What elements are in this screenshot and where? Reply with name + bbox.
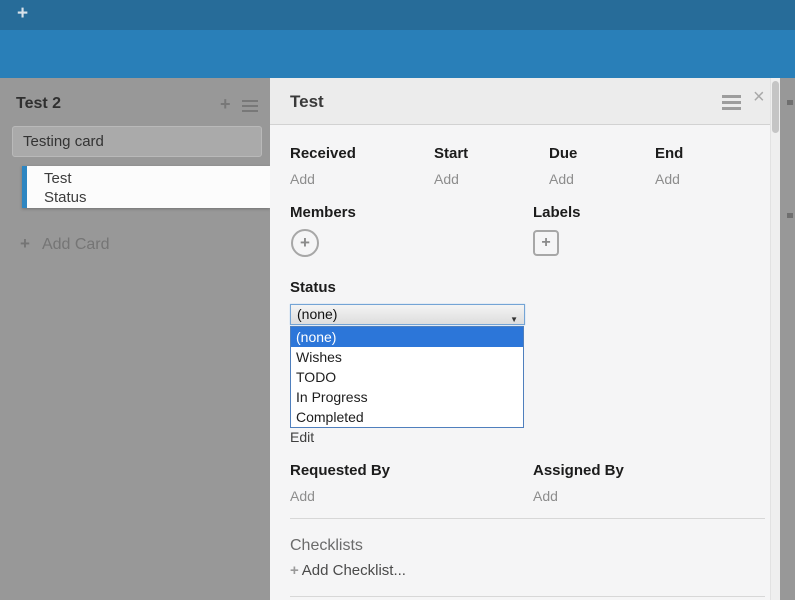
received-heading: Received bbox=[290, 145, 356, 162]
status-dropdown-list: (none) Wishes TODO In Progress Completed bbox=[290, 326, 524, 428]
status-option-wishes[interactable]: Wishes bbox=[291, 347, 523, 367]
start-heading: Start bbox=[434, 145, 468, 162]
hamburger-bar bbox=[722, 101, 741, 104]
status-select-value: (none) bbox=[297, 306, 337, 322]
card-detail-title: Test bbox=[290, 92, 324, 112]
start-add-link[interactable]: Add bbox=[434, 171, 459, 187]
assigned-by-heading: Assigned By bbox=[533, 462, 624, 479]
end-add-link[interactable]: Add bbox=[655, 171, 680, 187]
board-header-bar bbox=[0, 30, 795, 78]
board-edge-mark bbox=[787, 100, 793, 105]
hamburger-bar bbox=[722, 95, 741, 98]
list-add-icon[interactable]: + bbox=[220, 94, 231, 115]
card-subtitle-line: Status bbox=[44, 188, 270, 207]
panel-scrollbar-thumb[interactable] bbox=[772, 81, 779, 133]
status-option-none[interactable]: (none) bbox=[291, 327, 523, 347]
list-title: Test 2 bbox=[16, 95, 61, 113]
received-add-link[interactable]: Add bbox=[290, 171, 315, 187]
board-edge-mark bbox=[787, 213, 793, 218]
panel-scrollbar-track bbox=[770, 78, 780, 600]
labels-heading: Labels bbox=[533, 204, 581, 221]
status-edit-link[interactable]: Edit bbox=[290, 429, 314, 445]
hamburger-bar bbox=[242, 105, 258, 107]
status-option-todo[interactable]: TODO bbox=[291, 367, 523, 387]
assigned-by-add-link[interactable]: Add bbox=[533, 488, 558, 504]
add-board-icon[interactable]: + bbox=[17, 3, 28, 25]
add-checklist-button[interactable]: +Add Checklist... bbox=[290, 562, 406, 579]
end-heading: End bbox=[655, 145, 683, 162]
members-heading: Members bbox=[290, 204, 356, 221]
due-heading: Due bbox=[549, 145, 577, 162]
section-divider bbox=[290, 596, 765, 597]
checklists-heading: Checklists bbox=[290, 537, 363, 555]
status-option-in-progress[interactable]: In Progress bbox=[291, 387, 523, 407]
due-add-link[interactable]: Add bbox=[549, 171, 574, 187]
top-navigation-bar: + bbox=[0, 0, 795, 30]
card-testing-card[interactable]: Testing card bbox=[12, 126, 262, 157]
add-card-label: Add Card bbox=[42, 236, 110, 253]
section-divider bbox=[290, 518, 765, 519]
card-detail-panel: Test × Received Add Start Add Due Add En… bbox=[270, 78, 780, 600]
list-menu-icon[interactable] bbox=[242, 100, 258, 115]
card-detail-header: Test × bbox=[270, 78, 780, 125]
add-checklist-label: Add Checklist... bbox=[302, 562, 406, 579]
add-member-button[interactable]: + bbox=[291, 229, 319, 257]
hamburger-bar bbox=[722, 107, 741, 110]
status-heading: Status bbox=[290, 279, 336, 296]
card-test-selected[interactable]: Test Status bbox=[22, 166, 270, 208]
status-option-completed[interactable]: Completed bbox=[291, 407, 523, 427]
status-select[interactable]: (none) ▼ bbox=[290, 304, 525, 325]
plus-icon: + bbox=[290, 562, 299, 579]
card-menu-icon[interactable] bbox=[722, 95, 741, 113]
requested-by-add-link[interactable]: Add bbox=[290, 488, 315, 504]
requested-by-heading: Requested By bbox=[290, 462, 390, 479]
app-screen: + Test 2 + Testing card Test Status +Add… bbox=[0, 0, 795, 600]
add-label-button[interactable]: + bbox=[533, 230, 559, 256]
close-icon[interactable]: × bbox=[753, 86, 765, 109]
add-card-button[interactable]: + Add Card bbox=[20, 234, 110, 254]
hamburger-bar bbox=[242, 110, 258, 112]
plus-icon: + bbox=[20, 234, 30, 253]
card-title-line: Test bbox=[44, 169, 270, 188]
hamburger-bar bbox=[242, 100, 258, 102]
